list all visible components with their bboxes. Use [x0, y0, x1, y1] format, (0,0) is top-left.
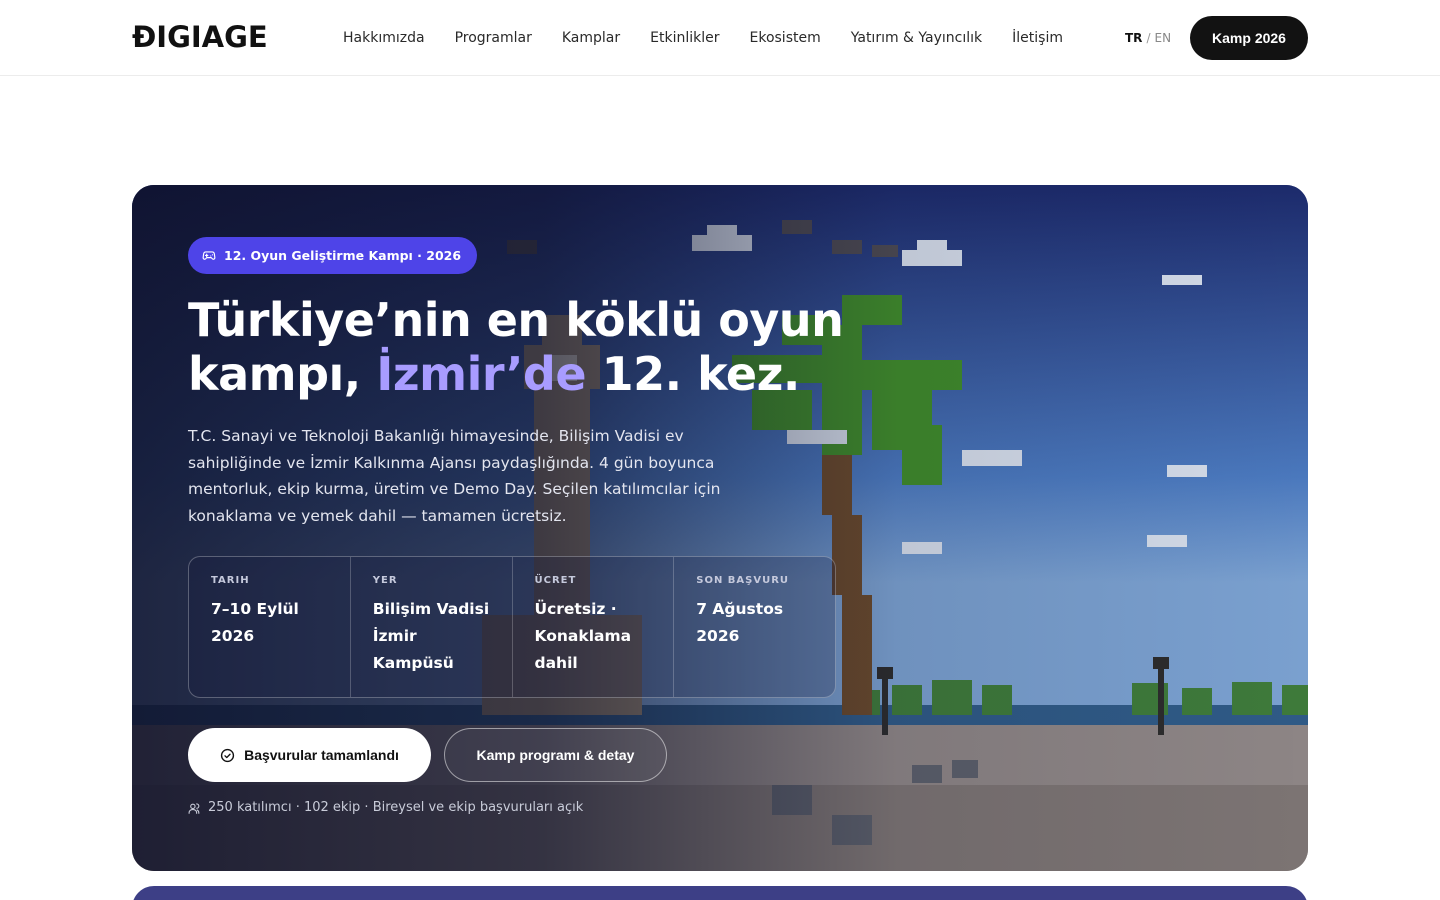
hero-title-part2: 12. kez. [586, 347, 801, 401]
fact-date: Tarih 7–10 Eylül 2026 [189, 557, 351, 697]
check-circle-icon [220, 748, 235, 762]
camp-edition-badge: 12. Oyun Geliştirme Kampı · 2026 [188, 237, 478, 274]
hero-title-highlight: İzmir’de [376, 347, 587, 401]
nav-item-hakkimizda[interactable]: Hakkımızda [343, 28, 425, 48]
fact-value: 7–10 Eylül 2026 [211, 600, 299, 645]
lang-tr[interactable]: TR [1125, 31, 1142, 45]
badge-label: 12. Oyun Geliştirme Kampı · 2026 [224, 248, 462, 263]
hero-section: 12. Oyun Geliştirme Kampı · 2026 Türkiye… [132, 185, 1308, 871]
gamepad-icon [202, 250, 216, 260]
nav-item-ekosistem[interactable]: Ekosistem [749, 28, 820, 48]
camp-facts: Tarih 7–10 Eylül 2026 Yer Bilişim Vadisi… [188, 556, 836, 698]
users-icon [188, 802, 200, 814]
applications-closed-button[interactable]: Başvurular tamamlandı [188, 728, 431, 782]
logo[interactable]: ÐIGIAGE [132, 22, 268, 52]
fact-location: Yer Bilişim Vadisi İzmir Kampüsü [351, 557, 513, 697]
fact-value: Bilişim Vadisi İzmir Kampüsü [372, 600, 490, 672]
nav-item-iletisim[interactable]: İletişim [1012, 28, 1063, 48]
applications-closed-label: Başvurular tamamlandı [244, 747, 399, 763]
site-header: ÐIGIAGE Hakkımızda Programlar Kamplar Et… [0, 0, 1440, 76]
nav-item-yatirim[interactable]: Yatırım & Yayıncılık [851, 28, 982, 48]
nav-item-etkinlikler[interactable]: Etkinlikler [650, 28, 719, 48]
lang-en[interactable]: EN [1154, 31, 1171, 45]
lang-separator: / [1146, 31, 1151, 45]
fact-deadline: Son başvuru 7 Ağustos 2026 [674, 557, 835, 697]
fact-label: Tarih [211, 575, 250, 586]
fact-label: Son başvuru [696, 575, 790, 586]
camp-program-details-button[interactable]: Kamp programı & detay [444, 728, 667, 782]
hero-title: Türkiye’nin en köklü oyun kampı, İzmir’d… [188, 293, 888, 401]
next-section-preview [132, 886, 1308, 900]
participation-text: 250 katılımcı · 102 ekip · Bireysel ve e… [208, 800, 584, 815]
language-switcher: TR / EN [1125, 30, 1171, 46]
main-nav: Hakkımızda Programlar Kamplar Etkinlikle… [343, 28, 1093, 48]
nav-item-programlar[interactable]: Programlar [455, 28, 532, 48]
fact-fee: Ücret Ücretsiz · Konaklama dahil [513, 557, 675, 697]
fact-label: Ücret [534, 575, 577, 586]
fact-value: Ücretsiz · Konaklama dahil [534, 600, 632, 672]
fact-value: 7 Ağustos 2026 [696, 600, 784, 645]
participation-meta: 250 katılımcı · 102 ekip · Bireysel ve e… [188, 799, 583, 817]
hero-description: T.C. Sanayi ve Teknoloji Bakanlığı himay… [188, 427, 721, 525]
nav-item-kamplar[interactable]: Kamplar [562, 28, 620, 48]
camp-2026-button[interactable]: Kamp 2026 [1190, 16, 1308, 60]
fact-label: Yer [372, 575, 398, 586]
